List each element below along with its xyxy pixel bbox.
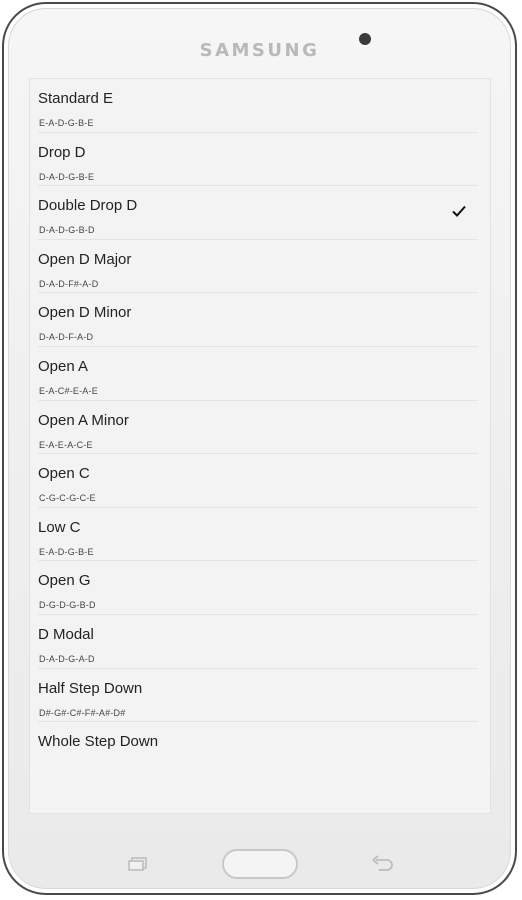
- tuning-list-item[interactable]: Open A Minor E-A-E-A-C-E: [30, 401, 490, 455]
- tuning-name: Open D Minor: [38, 304, 132, 322]
- tuning-list-item[interactable]: Open G D-G-D-G-B-D: [30, 561, 490, 615]
- tuning-list-item[interactable]: D Modal D-A-D-G-A-D: [30, 615, 490, 669]
- back-icon[interactable]: [372, 855, 394, 871]
- checkmark-icon: [452, 206, 466, 218]
- tuning-list-item[interactable]: Open A E-A-C#-E-A-E: [30, 347, 490, 401]
- tuning-notes: D-G-D-G-B-D: [39, 600, 96, 611]
- tuning-name: Open A: [38, 357, 89, 375]
- tuning-name: Open A Minor: [38, 411, 129, 429]
- tuning-list-screen: Standard E E-A-D-G-B-E Drop D D-A-D-G-B-E Do…: [29, 78, 491, 814]
- tuning-list-item[interactable]: Open D Major D-A-D-F#-A-D: [30, 240, 490, 294]
- tuning-list-item[interactable]: Double Drop D D-A-D-G-B-D: [30, 186, 490, 240]
- tuning-name: Drop D: [38, 143, 86, 161]
- home-button[interactable]: [222, 849, 298, 879]
- tuning-notes: D-A-D-G-B-D: [39, 225, 95, 236]
- tuning-list-item[interactable]: Whole Step Down: [30, 722, 490, 776]
- tuning-notes: E-A-D-G-B-E: [39, 118, 94, 128]
- tuning-notes: E-A-C#-E-A-E: [39, 385, 98, 396]
- tuning-name: D Modal: [38, 625, 94, 643]
- tuning-notes: E-A-D-G-B-E: [39, 546, 94, 557]
- tuning-list-item[interactable]: Open D Minor D-A-D-F-A-D: [30, 293, 490, 347]
- tuning-name: Whole Step Down: [38, 733, 159, 751]
- tuning-list-item[interactable]: Open C C-G-C-G-C-E: [30, 454, 490, 508]
- device-brand: SAMSUNG: [199, 40, 320, 61]
- tuning-list-item[interactable]: Standard E E-A-D-G-B-E: [30, 79, 490, 133]
- tuning-name: Low C: [38, 518, 81, 536]
- tuning-notes: C-G-C-G-C-E: [39, 493, 96, 504]
- front-camera: [359, 33, 371, 45]
- tuning-notes: D-A-D-F#-A-D: [39, 278, 99, 289]
- tuning-notes: E-A-E-A-C-E: [39, 439, 93, 450]
- tuning-list: Standard E E-A-D-G-B-E Drop D D-A-D-G-B-E Do…: [30, 79, 490, 776]
- tuning-notes: D-A-D-G-B-E: [39, 171, 95, 182]
- tuning-list-item[interactable]: Drop D D-A-D-G-B-E: [30, 133, 490, 187]
- tuning-list-item[interactable]: Low C E-A-D-G-B-E: [30, 508, 490, 562]
- tuning-name: Standard E: [38, 90, 114, 107]
- tuning-name: Double Drop D: [38, 197, 138, 215]
- tuning-name: Open C: [38, 465, 90, 483]
- tuning-name: Half Step Down: [38, 679, 143, 697]
- tuning-name: Open D Major: [38, 250, 132, 268]
- recent-apps-icon[interactable]: [128, 857, 148, 871]
- tuning-list-item[interactable]: Half Step Down D#-G#-C#-F#-A#-D#: [30, 669, 490, 723]
- tuning-notes: D#-G#-C#-F#-A#-D#: [39, 707, 126, 718]
- tuning-name: Open G: [38, 572, 91, 590]
- tuning-notes: D-A-D-G-A-D: [39, 653, 95, 664]
- tuning-notes: D-A-D-F-A-D: [39, 332, 94, 343]
